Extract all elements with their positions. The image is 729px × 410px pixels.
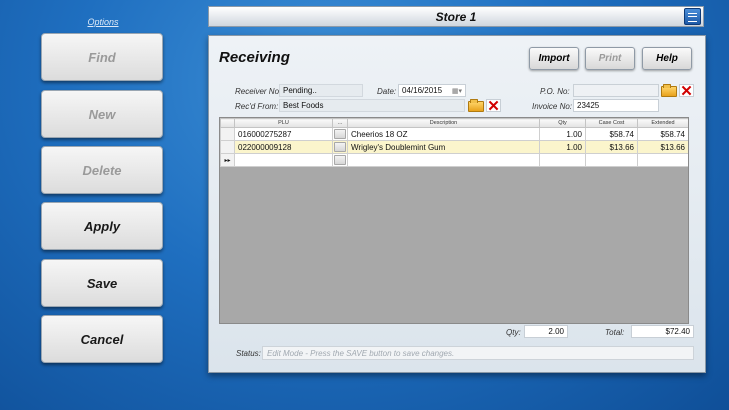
case-cost-column-header[interactable]: Case Cost: [585, 118, 638, 128]
date-value: 04/16/2015: [402, 86, 443, 95]
help-button[interactable]: Help: [642, 47, 692, 70]
receiver-no-field: Pending..: [279, 84, 363, 97]
date-label: Date:: [377, 87, 397, 96]
row-selector[interactable]: [220, 140, 235, 154]
vendor-folder-icon[interactable]: [468, 99, 484, 112]
qty-cell[interactable]: 1.00: [539, 140, 586, 154]
calendar-dropdown-icon[interactable]: ▦▾: [452, 87, 462, 95]
extended-cell: $13.66: [637, 140, 688, 154]
receiving-panel: Receiving Import Print Help Receiver No:…: [208, 35, 706, 373]
lookup-column-header: ...: [332, 118, 348, 128]
po-no-label: P.O. No:: [540, 87, 570, 96]
row-selector-header: [220, 118, 235, 128]
qty-total-field: 2.00: [524, 325, 568, 338]
qty-column-header[interactable]: Qty: [539, 118, 586, 128]
new-row[interactable]: ▸▸: [220, 153, 688, 167]
invoice-no-label: Invoice No:: [532, 102, 573, 111]
qty-cell[interactable]: [539, 153, 586, 167]
find-button[interactable]: Find: [41, 33, 163, 81]
table-row[interactable]: 022000009128 Wrigley's Doublemint Gum 1.…: [220, 140, 688, 154]
store-title: Store 1: [435, 9, 477, 24]
lookup-button[interactable]: [334, 129, 346, 139]
case-cost-cell[interactable]: $58.74: [585, 127, 638, 141]
recd-from-field: Best Foods: [279, 99, 465, 112]
status-label: Status:: [236, 349, 261, 358]
po-folder-icon[interactable]: [661, 84, 677, 97]
po-delete-icon[interactable]: ✕: [679, 84, 694, 99]
invoice-no-field[interactable]: 23425: [573, 99, 659, 112]
total-label: Total:: [605, 328, 625, 337]
cancel-button[interactable]: Cancel: [41, 315, 163, 363]
row-selector[interactable]: [220, 127, 235, 141]
print-button[interactable]: Print: [585, 47, 635, 70]
extended-cell: [637, 153, 688, 167]
title-bar: Store 1: [208, 6, 704, 27]
description-cell[interactable]: [347, 153, 540, 167]
lookup-cell[interactable]: [332, 127, 348, 141]
recd-from-label: Rec'd From:: [235, 102, 279, 111]
lookup-button[interactable]: [334, 155, 346, 165]
extended-cell: $58.74: [637, 127, 688, 141]
vendor-delete-icon[interactable]: ✕: [486, 99, 501, 114]
plu-cell[interactable]: [234, 153, 333, 167]
panel-title: Receiving: [219, 49, 290, 66]
extended-column-header[interactable]: Extended: [637, 118, 688, 128]
qty-cell[interactable]: 1.00: [539, 127, 586, 141]
plu-column-header[interactable]: PLU: [234, 118, 333, 128]
lookup-cell[interactable]: [332, 153, 348, 167]
qty-total-label: Qty:: [506, 328, 521, 337]
delete-button[interactable]: Delete: [41, 146, 163, 194]
options-link[interactable]: Options: [77, 17, 129, 27]
new-button[interactable]: New: [41, 90, 163, 138]
po-no-field[interactable]: [573, 84, 659, 97]
case-cost-cell[interactable]: $13.66: [585, 140, 638, 154]
description-cell[interactable]: Cheerios 18 OZ: [347, 127, 540, 141]
import-button[interactable]: Import: [529, 47, 579, 70]
apply-button[interactable]: Apply: [41, 202, 163, 250]
total-field: $72.40: [631, 325, 694, 338]
register-icon[interactable]: [684, 8, 701, 25]
date-field[interactable]: 04/16/2015 ▦▾: [398, 84, 466, 97]
plu-cell[interactable]: 022000009128: [234, 140, 333, 154]
lookup-cell[interactable]: [332, 140, 348, 154]
description-cell[interactable]: Wrigley's Doublemint Gum: [347, 140, 540, 154]
description-column-header[interactable]: Description: [347, 118, 540, 128]
status-message: Edit Mode - Press the SAVE button to sav…: [262, 346, 694, 360]
save-button[interactable]: Save: [41, 259, 163, 307]
lookup-button[interactable]: [334, 142, 346, 152]
case-cost-cell[interactable]: [585, 153, 638, 167]
receiver-no-label: Receiver No:: [235, 87, 282, 96]
table-row[interactable]: 016000275287 Cheerios 18 OZ 1.00 $58.74 …: [220, 127, 688, 141]
items-grid: PLU ... Description Qty Case Cost Extend…: [219, 117, 689, 324]
new-row-marker[interactable]: ▸▸: [220, 153, 235, 167]
plu-cell[interactable]: 016000275287: [234, 127, 333, 141]
